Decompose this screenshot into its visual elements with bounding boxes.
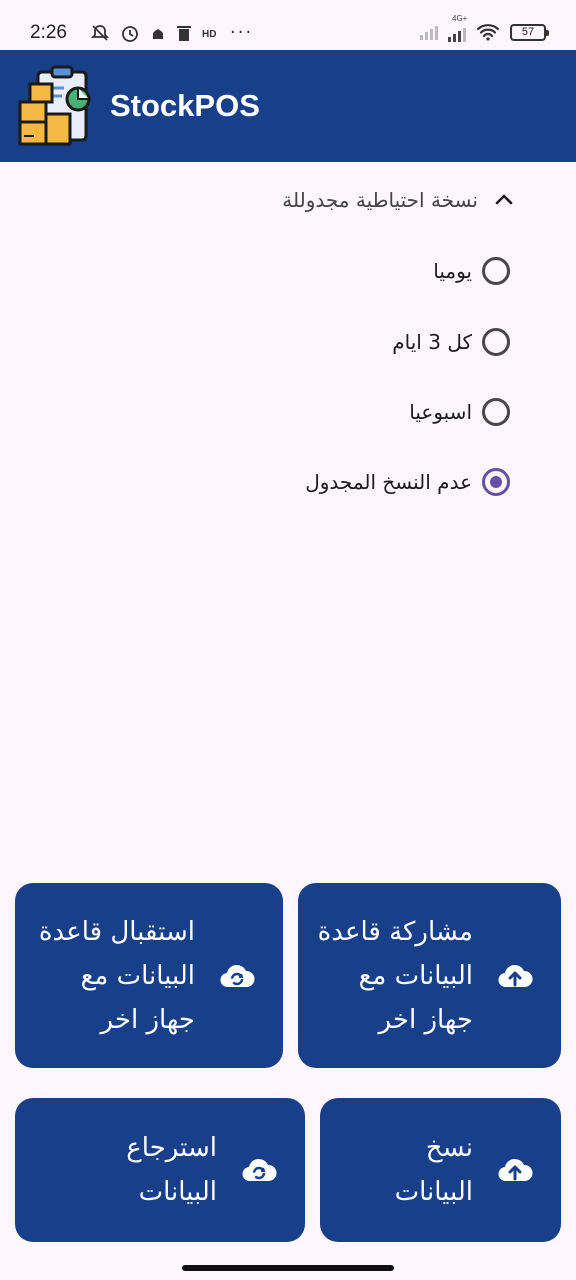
status-icons-left: HD ···: [90, 22, 253, 43]
radio-option-every-3-days[interactable]: كل 3 ايام: [392, 322, 510, 362]
chevron-up-icon[interactable]: [492, 188, 516, 212]
share-database-label: مشاركة قاعدة البيانات مع جهاز اخر: [318, 910, 473, 1042]
label-line: استرجاع: [126, 1133, 217, 1163]
label-line: جهاز اخر: [100, 1004, 195, 1035]
battery-indicator: 57: [510, 23, 549, 41]
hd-icon: HD: [202, 29, 216, 40]
status-icons-right: 4G+ 57: [420, 14, 549, 42]
label-line: البيانات مع: [358, 960, 473, 991]
scheduled-backup-header[interactable]: نسخة احتياطية مجدوللة: [282, 188, 516, 212]
trash-icon: [177, 25, 191, 41]
scheduled-backup-title: نسخة احتياطية مجدوللة: [282, 188, 478, 212]
gesture-nav-handle[interactable]: [182, 1265, 394, 1271]
radio-button[interactable]: [482, 257, 510, 285]
radio-button[interactable]: [482, 398, 510, 426]
label-line: البيانات: [394, 1177, 473, 1207]
label-line: مشاركة قاعدة: [317, 916, 473, 947]
network-signal-icon: 4G+: [448, 14, 467, 42]
app-bar: StockPOS: [0, 50, 576, 162]
alarm-icon: [122, 25, 138, 42]
receive-database-button[interactable]: استقبال قاعدة البيانات مع جهاز اخر: [15, 883, 283, 1068]
radio-option-no-schedule[interactable]: عدم النسخ المجدول: [305, 462, 510, 502]
status-bar: 2:26 HD ··· 4G+ 57: [0, 0, 576, 50]
label-line: نسخ: [425, 1133, 473, 1163]
restore-data-label: استرجاع البيانات: [126, 1126, 217, 1214]
wifi-icon: [476, 24, 500, 41]
mosque-icon: [153, 28, 163, 39]
mute-notification-icon: [90, 24, 110, 41]
more-notifications-icon: ···: [230, 22, 254, 43]
restore-data-button[interactable]: استرجاع البيانات: [15, 1098, 305, 1242]
cloud-sync-icon: [220, 964, 255, 987]
cloud-upload-icon: [498, 1158, 533, 1182]
label-line: جهاز اخر: [378, 1004, 473, 1035]
cloud-sync-icon: [242, 1158, 277, 1182]
radio-label: يوميا: [433, 259, 472, 283]
radio-label: كل 3 ايام: [392, 330, 472, 354]
status-time: 2:26: [30, 22, 67, 43]
cloud-upload-icon: [498, 964, 533, 987]
backup-data-button[interactable]: نسخ البيانات: [320, 1098, 561, 1242]
label-line: البيانات: [138, 1177, 217, 1207]
receive-database-label: استقبال قاعدة البيانات مع جهاز اخر: [39, 910, 195, 1042]
app-logo-icon: [18, 65, 91, 146]
label-line: البيانات مع: [80, 960, 195, 991]
radio-option-weekly[interactable]: اسبوعيا: [409, 392, 510, 432]
radio-button-selected[interactable]: [482, 468, 510, 496]
signal-strength-icon: [420, 24, 438, 40]
label-line: استقبال قاعدة: [38, 916, 195, 947]
radio-label: عدم النسخ المجدول: [305, 470, 472, 494]
share-database-button[interactable]: مشاركة قاعدة البيانات مع جهاز اخر: [298, 883, 561, 1068]
network-type: 4G+: [452, 14, 468, 23]
radio-option-daily[interactable]: يوميا: [433, 251, 510, 291]
backup-data-label: نسخ البيانات: [395, 1126, 473, 1214]
svg-text:HD: HD: [202, 29, 216, 40]
radio-label: اسبوعيا: [409, 400, 472, 424]
app-title: StockPOS: [110, 88, 260, 123]
radio-button[interactable]: [482, 328, 510, 356]
